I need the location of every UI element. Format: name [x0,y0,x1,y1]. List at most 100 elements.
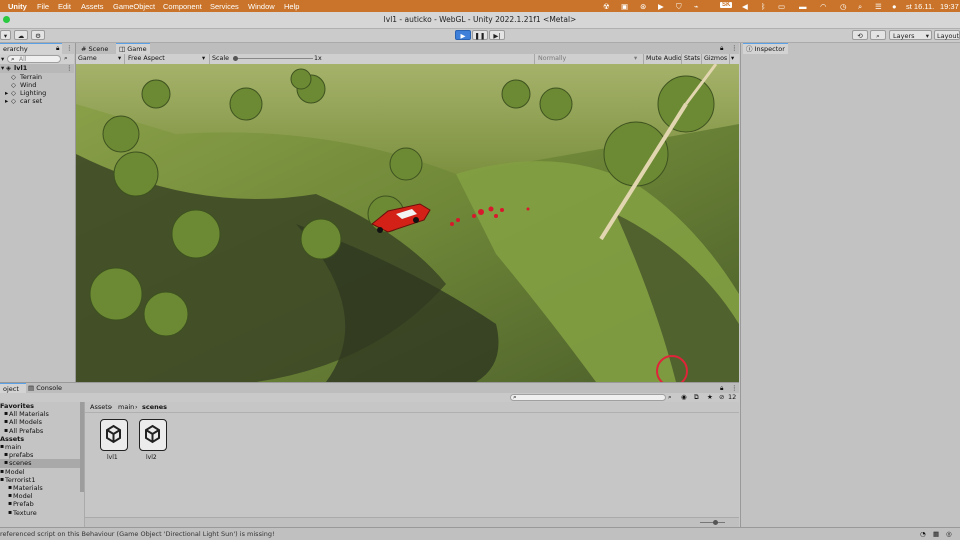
icon-size-slider-thumb[interactable] [713,520,718,525]
menu-assets[interactable]: Assets [81,2,104,11]
project-tree-item[interactable]: ▪ Model [0,468,80,476]
menu-component[interactable]: Component [163,2,202,11]
project-tree-item[interactable]: ▪ Prefab [0,500,80,508]
keyboard-layout-indicator[interactable]: SK [720,2,733,8]
creative-cloud-icon[interactable]: ⊛ [640,2,646,11]
hierarchy-item[interactable]: ▸ ◇ Lighting [0,89,74,97]
window-icon[interactable]: ▭ [778,2,785,11]
graph-icon[interactable]: ⌁ [694,2,699,11]
aspect-dropdown[interactable]: Free Aspect [128,54,165,64]
asset-tile[interactable]: lvl1 [98,419,130,465]
project-tree-item[interactable]: ▪ All Models [0,418,80,426]
star-icon[interactable]: ★ [707,393,713,401]
scale-slider-thumb[interactable] [233,56,238,61]
mute-audio-button[interactable]: Mute Audio [646,54,682,64]
hierarchy-item[interactable]: ▸ ◇ car set [0,97,74,105]
asset-tile[interactable]: lvl2 [137,419,169,465]
project-search-input[interactable]: ⌕ [510,393,666,401]
more-menu-icon[interactable]: ⋮ [731,384,738,392]
volume-icon[interactable]: ◀ [742,2,748,11]
lock-icon[interactable]: 🔒︎ [720,384,723,393]
hidden-packages-icon[interactable]: ⊘ [719,393,724,401]
play-button[interactable]: ▶ [455,30,471,40]
wifi-icon[interactable]: ◠ [820,2,827,11]
search-by-type-icon[interactable]: ⌕ [668,393,672,402]
play-circle-icon[interactable]: ▶ [658,2,664,11]
project-tree-item[interactable]: ▪ prefabs [0,451,80,459]
project-tree-item[interactable]: ▪ Terrorist1 [0,476,80,484]
tab-hierarchy[interactable]: erarchy [0,43,62,54]
tab-scene[interactable]: # Scene [78,44,111,54]
tab-console[interactable]: ▤ Console [25,383,65,393]
gizmos-button[interactable]: Gizmos [704,54,727,64]
lock-icon[interactable]: 🔒︎ [56,44,59,53]
expand-arrow-icon[interactable]: ▸ [5,89,8,97]
project-tree-item[interactable]: ▪ Model [0,492,80,500]
search-icon[interactable]: ⌕ [870,30,886,40]
chevron-down-icon[interactable]: ▾ [731,54,734,64]
project-tree-item[interactable]: ▪ scenes [0,459,80,468]
breadcrumb-item[interactable]: scenes [142,403,167,411]
project-tree-item[interactable]: ▪ Texture [0,509,80,517]
quality-dropdown[interactable]: Normally [538,54,566,64]
control-center-icon[interactable]: ☰ [875,2,882,11]
progress-icon[interactable]: ◔ [920,530,926,538]
search-toggle-icon[interactable]: ⌕ [64,54,68,63]
menubar-time[interactable]: 19:37 [940,2,959,11]
game-viewport[interactable] [76,64,739,382]
scale-slider[interactable] [233,58,313,59]
siri-icon[interactable]: ● [892,2,897,11]
hierarchy-item[interactable]: ◇ Terrain [0,73,74,81]
menu-file[interactable]: File [37,2,49,11]
project-tree-item[interactable]: ▪ All Prefabs [0,427,80,435]
tree-scrollbar[interactable] [80,402,84,492]
menu-services[interactable]: Services [210,2,239,11]
breadcrumb-item[interactable]: main [118,403,134,411]
account-dropdown[interactable]: ▾ [0,30,11,40]
breadcrumb-item[interactable]: Assets [90,403,111,411]
display-dropdown[interactable]: Game [78,54,97,64]
clock-icon[interactable]: ◷ [840,2,847,11]
more-menu-icon[interactable]: ⋮ [731,44,738,52]
tab-game[interactable]: ◫ Game [116,43,150,54]
menu-edit[interactable]: Edit [58,2,71,11]
expand-arrow-icon[interactable]: ▸ [5,97,8,105]
menubar-date[interactable]: st 16.11. [906,2,934,11]
tab-inspector[interactable]: ⓘ Inspector [743,43,788,54]
favorite-icon[interactable]: ⧉ [694,393,699,402]
hierarchy-search-input[interactable]: ⌕ All [7,55,61,63]
menu-unity[interactable]: Unity [8,2,27,11]
project-tree-item[interactable]: Assets [0,435,80,443]
document-icon[interactable]: ▣ [621,2,628,11]
project-tree-item[interactable]: Favorites [0,402,80,410]
menu-window[interactable]: Window [248,2,275,11]
cloud-icon[interactable]: ☁ [14,30,28,40]
lock-icon[interactable]: 🔒︎ [720,44,723,53]
layout-dropdown[interactable]: Layout [934,30,960,40]
bluetooth-icon[interactable]: ᛒ [761,2,766,11]
menu-gameobject[interactable]: GameObject [113,2,155,11]
project-tree-item[interactable]: ▪ main [0,443,80,451]
battery-icon[interactable]: ▬ [799,2,807,11]
stats-button[interactable]: Stats [684,54,700,64]
shield-icon[interactable]: ⛉ [676,2,682,12]
search-icon[interactable]: ⌕ [858,2,862,12]
settings-gear-icon[interactable]: ⚙ [31,30,45,40]
add-dropdown[interactable]: ▾ [1,55,4,63]
undo-history-icon[interactable]: ⟲ [852,30,868,40]
cache-icon[interactable]: ▦ [933,530,939,538]
radiation-icon[interactable]: ☢ [603,2,610,11]
status-message[interactable]: referenced script on this Behaviour (Gam… [0,530,275,538]
lighting-icon[interactable]: ◎ [946,530,952,538]
expand-arrow-icon[interactable]: ▾ [1,64,4,72]
project-tree-item[interactable]: ▪ All Materials [0,410,80,418]
menu-help[interactable]: Help [284,2,299,11]
hierarchy-item[interactable]: ◇ Wind [0,81,74,89]
more-menu-icon[interactable]: ⋮ [66,44,73,52]
project-tree-item[interactable]: ▪ Materials [0,484,80,492]
step-button[interactable]: ▶| [489,30,505,40]
more-menu-icon[interactable]: ⋮ [66,64,73,72]
layers-dropdown[interactable]: Layers ▾ [889,30,932,40]
pause-button[interactable]: ❚❚ [472,30,488,40]
scene-row[interactable]: ▾ ◈ lvl1 ⋮ [0,64,74,73]
